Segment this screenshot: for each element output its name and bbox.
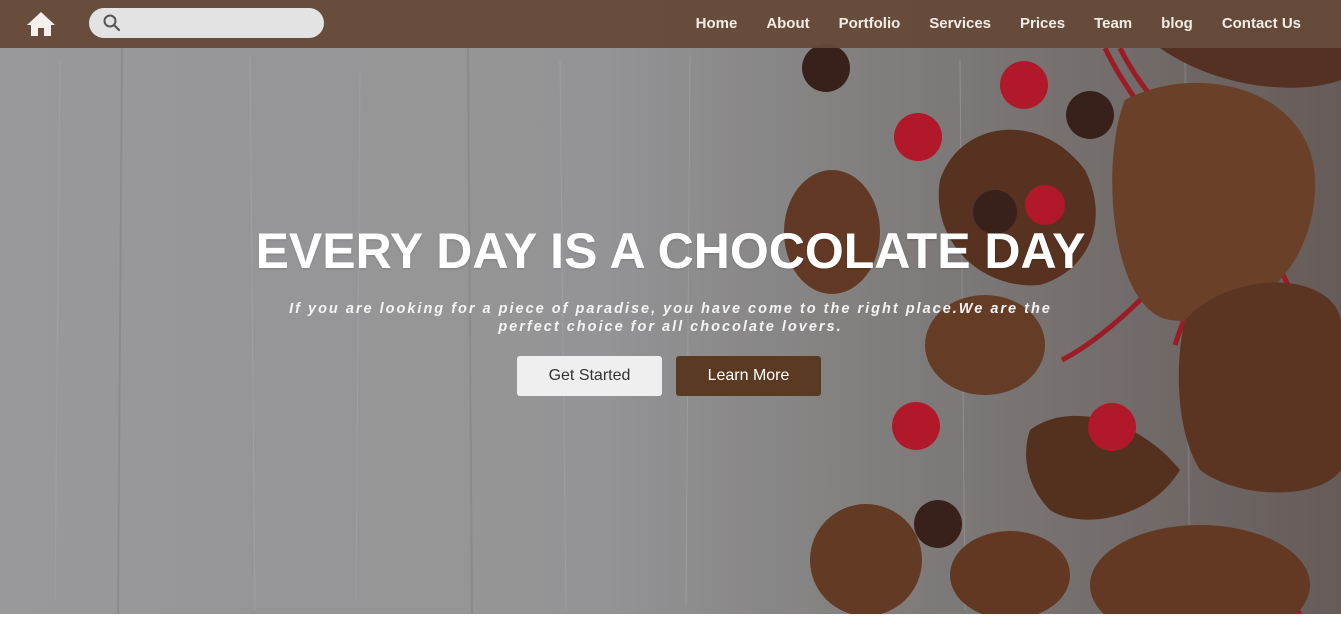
nav-link-services[interactable]: Services [929,15,991,32]
get-started-button[interactable]: Get Started [517,356,662,396]
nav-link-home[interactable]: Home [696,15,738,32]
hero-title: EVERY DAY IS A CHOCOLATE DAY [255,223,1086,279]
nav-link-about[interactable]: About [766,15,809,32]
nav-link-blog[interactable]: blog [1161,15,1193,32]
hero-section: EVERY DAY IS A CHOCOLATE DAY If you are … [0,0,1341,614]
nav-menu: Home About Portfolio Services Prices Tea… [667,0,1301,48]
nav-link-prices[interactable]: Prices [1020,15,1065,32]
home-icon[interactable] [25,10,57,38]
hero-buttons: Get Started Learn More [0,356,1341,396]
hero-content: EVERY DAY IS A CHOCOLATE DAY If you are … [0,222,1341,336]
nav-link-team[interactable]: Team [1094,15,1132,32]
navbar: Home About Portfolio Services Prices Tea… [0,0,1341,48]
search-input[interactable] [89,8,324,38]
nav-link-contact-us[interactable]: Contact Us [1222,15,1301,32]
learn-more-button[interactable]: Learn More [676,356,821,396]
hero-subtitle: If you are looking for a piece of paradi… [289,301,1052,335]
nav-link-portfolio[interactable]: Portfolio [839,15,901,32]
